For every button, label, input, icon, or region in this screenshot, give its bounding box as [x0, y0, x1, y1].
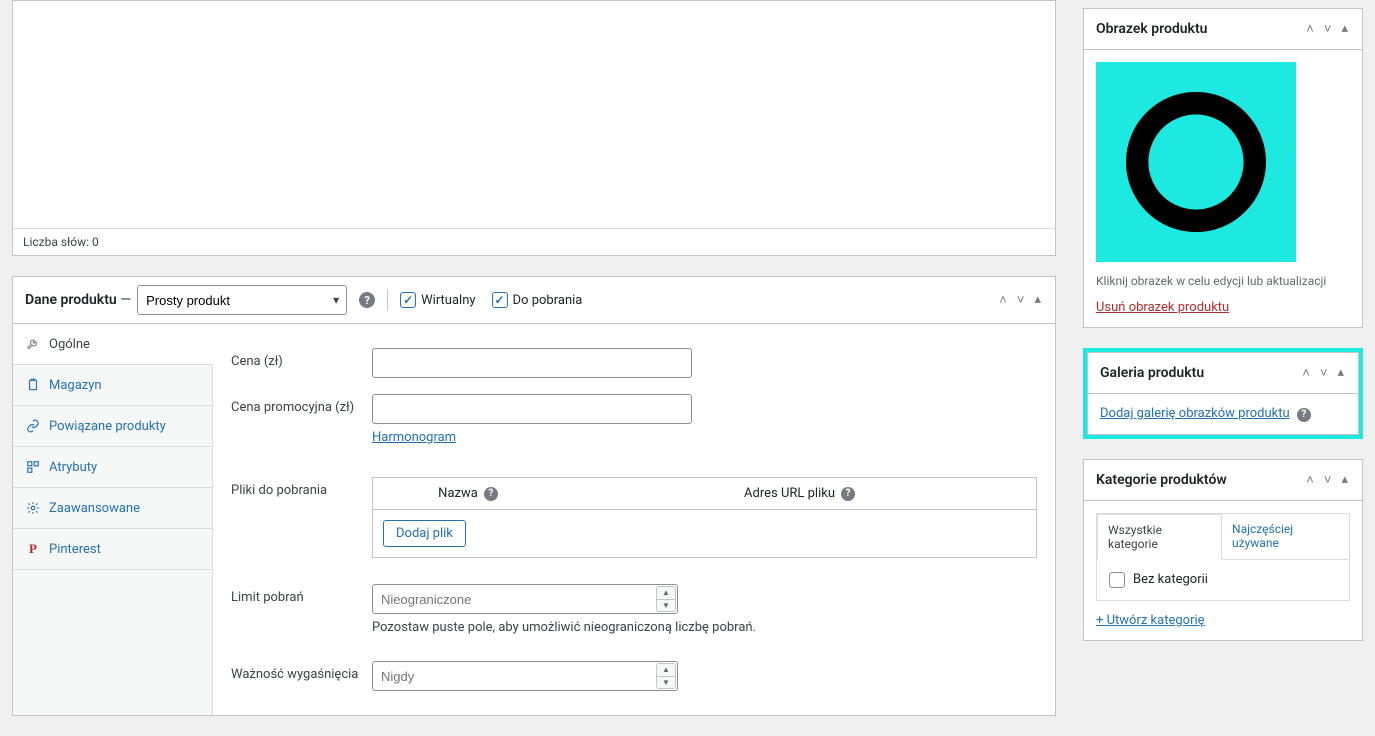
- downloadable-label: Do pobrania: [513, 293, 583, 308]
- download-limit-label: Limit pobrań: [231, 590, 304, 605]
- download-expiry-label: Ważność wygaśnięcia: [231, 667, 358, 682]
- move-up-icon[interactable]: ˄: [997, 290, 1009, 310]
- add-gallery-link[interactable]: Dodaj galerię obrazków produktu: [1100, 406, 1290, 421]
- move-down-icon[interactable]: ˅: [1322, 19, 1334, 39]
- product-categories-panel: Kategorie produktów ˄ ˅▴ Wszystkie katego…: [1083, 459, 1363, 641]
- product-data-tabs: Ogólne Magazyn Powiązane produkty: [13, 324, 213, 715]
- toggle-panel-icon[interactable]: ▴: [1335, 363, 1346, 383]
- product-image-title: Obrazek produktu: [1096, 21, 1207, 37]
- categories-tab-all[interactable]: Wszystkie kategorie: [1097, 514, 1222, 560]
- product-image-caption: Kliknij obrazek w celu edycji lub aktual…: [1096, 274, 1350, 288]
- attributes-icon: [25, 459, 41, 475]
- title-dash: —: [117, 292, 131, 308]
- price-input[interactable]: [372, 348, 692, 378]
- tab-advanced[interactable]: Zaawansowane: [13, 488, 212, 529]
- spin-down-icon[interactable]: ▼: [657, 677, 675, 689]
- help-icon[interactable]: ?: [484, 487, 498, 501]
- tab-pinterest-label: Pinterest: [49, 542, 101, 557]
- category-checkbox[interactable]: [1109, 572, 1125, 588]
- tab-general[interactable]: Ogólne: [13, 324, 213, 365]
- tab-linked-label: Powiązane produkty: [49, 419, 166, 434]
- tab-attributes-label: Atrybuty: [49, 460, 97, 475]
- virtual-checkbox[interactable]: [400, 292, 416, 308]
- tab-advanced-label: Zaawansowane: [49, 501, 140, 516]
- product-data-panel: Dane produktu — Prosty produkt ? Wirtual…: [12, 276, 1056, 716]
- gallery-highlight: Galeria produktu ˄ ˅▴ Dodaj galerię obraz…: [1083, 348, 1363, 439]
- category-uncategorized-label: Bez kategorii: [1133, 572, 1208, 587]
- add-category-link[interactable]: + Utwórz kategorię: [1096, 613, 1205, 628]
- tab-linked[interactable]: Powiązane produkty: [13, 406, 212, 447]
- files-table: Nazwa ? Adres URL pliku ? Dodaj plik: [372, 477, 1037, 558]
- product-data-title: Dane produktu: [25, 292, 117, 308]
- categories-title: Kategorie produktów: [1096, 472, 1227, 488]
- toggle-panel-icon[interactable]: ▴: [1339, 19, 1350, 39]
- wrench-icon: [25, 336, 41, 352]
- tab-general-label: Ogólne: [49, 337, 90, 352]
- download-limit-hint: Pozostaw puste pole, aby umożliwić nieog…: [372, 620, 1037, 635]
- tab-inventory-label: Magazyn: [49, 378, 102, 393]
- add-file-button[interactable]: Dodaj plik: [383, 520, 466, 547]
- tab-pinterest[interactable]: P Pinterest: [13, 529, 212, 570]
- move-down-icon[interactable]: ˅: [1015, 290, 1027, 310]
- sale-price-input[interactable]: [372, 394, 692, 424]
- downloadable-checkbox-wrap[interactable]: Do pobrania: [492, 292, 583, 308]
- number-spinner[interactable]: ▲▼: [656, 586, 676, 612]
- product-image-thumbnail[interactable]: [1096, 62, 1296, 262]
- categories-tab-popular[interactable]: Najczęściej używane: [1222, 514, 1349, 559]
- help-icon[interactable]: ?: [1297, 408, 1311, 422]
- product-data-body: Ogólne Magazyn Powiązane produkty: [13, 324, 1055, 715]
- spin-up-icon[interactable]: ▲: [657, 664, 675, 677]
- spin-down-icon[interactable]: ▼: [657, 600, 675, 612]
- toggle-panel-icon[interactable]: ▴: [1032, 290, 1043, 310]
- product-image-panel: Obrazek produktu ˄ ˅▴ Kliknij obrazek w c…: [1083, 8, 1363, 328]
- downloadable-checkbox[interactable]: [492, 292, 508, 308]
- product-data-header: Dane produktu — Prosty produkt ? Wirtual…: [13, 277, 1055, 324]
- download-expiry-input[interactable]: [372, 661, 678, 691]
- gear-icon: [25, 500, 41, 516]
- panel-controls: ˄ ˅ ▴: [997, 290, 1043, 310]
- virtual-label: Wirtualny: [421, 293, 475, 308]
- move-up-icon[interactable]: ˄: [1304, 470, 1316, 490]
- product-data-content: Cena (zł) Cena promocyjna (zł) Harmonogr…: [213, 324, 1055, 715]
- tab-inventory[interactable]: Magazyn: [13, 365, 212, 406]
- move-down-icon[interactable]: ˅: [1322, 470, 1334, 490]
- remove-image-link[interactable]: Usuń obrazek produktu: [1096, 300, 1229, 315]
- schedule-link[interactable]: Harmonogram: [372, 430, 456, 445]
- number-spinner[interactable]: ▲▼: [656, 663, 676, 689]
- help-icon[interactable]: ?: [359, 292, 375, 308]
- price-label: Cena (zł): [231, 354, 283, 369]
- clipboard-icon: [25, 377, 41, 393]
- files-table-head: Nazwa ? Adres URL pliku ?: [373, 478, 1036, 510]
- virtual-checkbox-wrap[interactable]: Wirtualny: [400, 292, 475, 308]
- tab-attributes[interactable]: Atrybuty: [13, 447, 212, 488]
- spin-up-icon[interactable]: ▲: [657, 587, 675, 600]
- link-icon: [25, 418, 41, 434]
- move-up-icon[interactable]: ˄: [1300, 363, 1312, 383]
- editor-panel: Liczba słów: 0: [12, 0, 1056, 256]
- files-label: Pliki do pobrania: [231, 483, 327, 498]
- files-col-name: Nazwa: [438, 486, 478, 501]
- download-limit-input[interactable]: [372, 584, 678, 614]
- toggle-panel-icon[interactable]: ▴: [1339, 470, 1350, 490]
- move-down-icon[interactable]: ˅: [1318, 363, 1330, 383]
- word-count: Liczba słów: 0: [13, 229, 1055, 255]
- pinterest-icon: P: [25, 541, 41, 557]
- help-icon[interactable]: ?: [841, 487, 855, 501]
- move-up-icon[interactable]: ˄: [1304, 19, 1316, 39]
- editor-content-area[interactable]: [13, 1, 1055, 229]
- product-type-select[interactable]: Prosty produkt: [137, 285, 347, 315]
- category-row[interactable]: Bez kategorii: [1109, 572, 1337, 588]
- gallery-title: Galeria produktu: [1100, 365, 1204, 381]
- separator: [387, 289, 388, 311]
- sale-price-label: Cena promocyjna (zł): [231, 400, 354, 415]
- files-col-url: Adres URL pliku: [744, 486, 835, 501]
- product-gallery-panel: Galeria produktu ˄ ˅▴ Dodaj galerię obraz…: [1087, 352, 1359, 435]
